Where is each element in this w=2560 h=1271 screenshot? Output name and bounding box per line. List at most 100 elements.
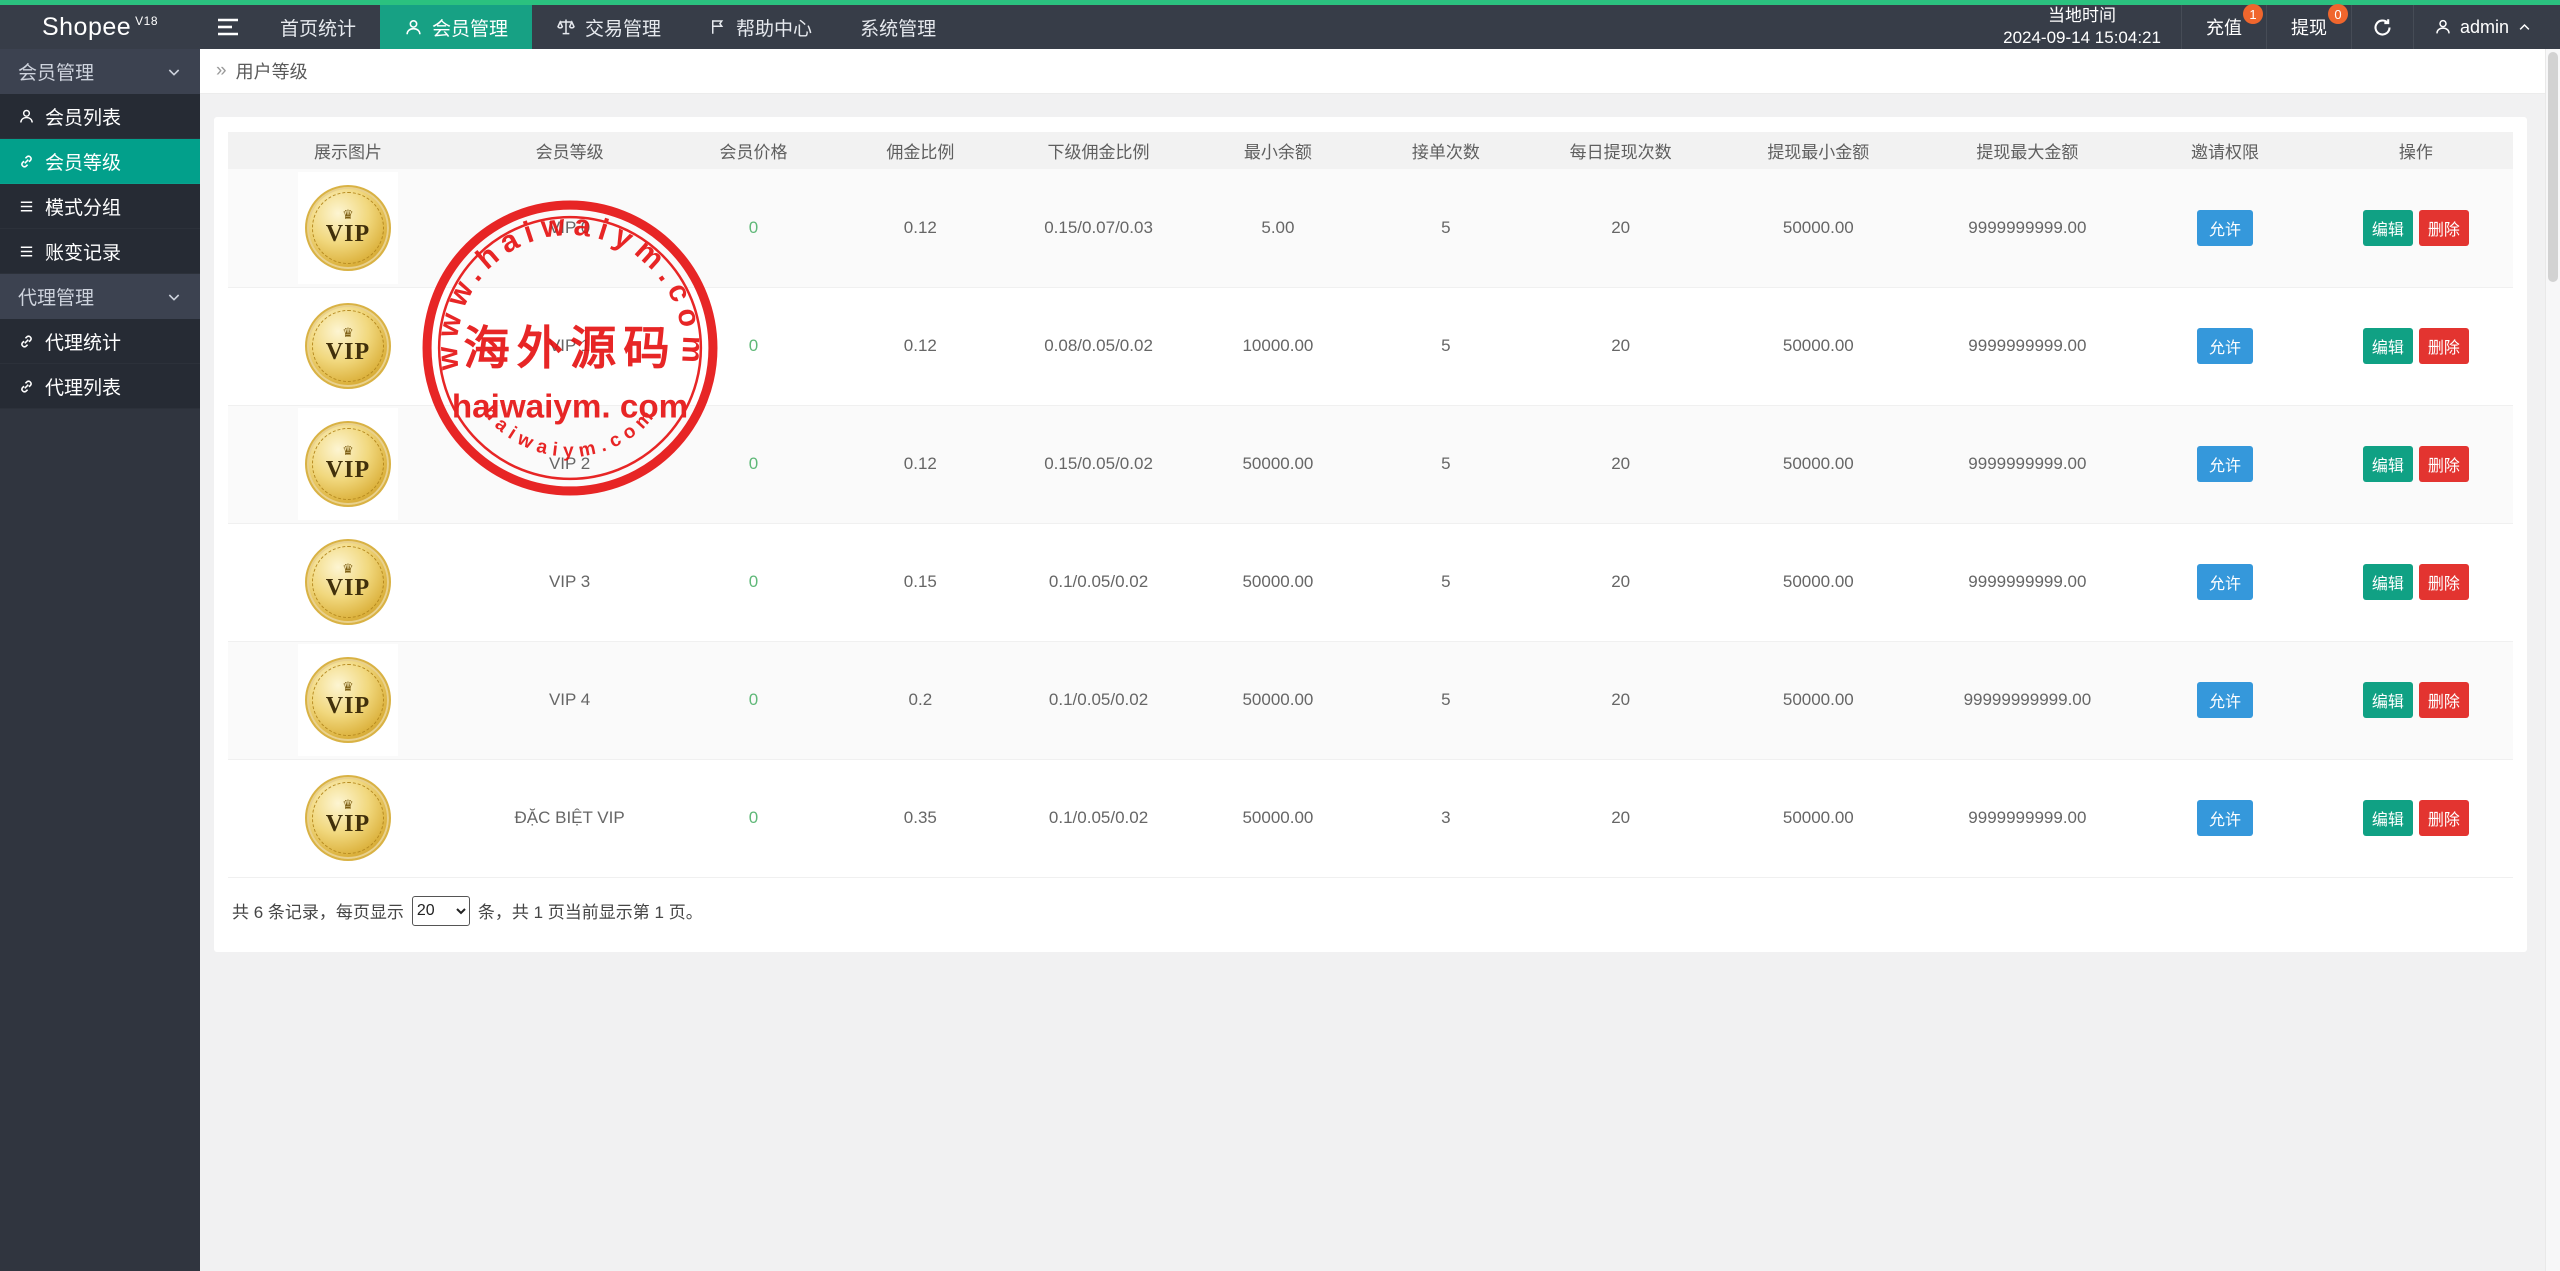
cell-actions: 编辑删除 [2319, 523, 2513, 641]
allow-button[interactable]: 允许 [2197, 800, 2253, 836]
list-icon [18, 243, 35, 260]
coin-label: VIP [326, 221, 370, 247]
vip-coin-icon: ♛VIP [305, 539, 391, 625]
sidebar-item-member-level[interactable]: 会员等级 [0, 139, 200, 184]
col-daily-withdraw-count: 每日提现次数 [1528, 132, 1713, 169]
cell-withdraw-max: 9999999999.00 [1923, 405, 2131, 523]
coin-crown-icon: ♛ [342, 208, 354, 221]
user-menu[interactable]: admin [2413, 5, 2560, 49]
vip-image: ♛VIP [298, 172, 398, 284]
delete-button[interactable]: 删除 [2419, 210, 2469, 246]
cell-invite-permission: 允许 [2131, 287, 2318, 405]
delete-button[interactable]: 删除 [2419, 446, 2469, 482]
allow-button[interactable]: 允许 [2197, 446, 2253, 482]
sidebar-group-member-management[interactable]: 会员管理 [0, 49, 200, 94]
sidebar-item-mode-group[interactable]: 模式分组 [0, 184, 200, 229]
allow-button[interactable]: 允许 [2197, 682, 2253, 718]
cell-actions: 编辑删除 [2319, 169, 2513, 287]
vip-image: ♛VIP [298, 290, 398, 402]
cell-actions: 编辑删除 [2319, 641, 2513, 759]
tab-trade-management[interactable]: 交易管理 [532, 5, 685, 49]
local-time: 当地时间 2024-09-14 15:04:21 [1983, 5, 2181, 49]
allow-button[interactable]: 允许 [2197, 210, 2253, 246]
scrollbar-thumb[interactable] [2548, 52, 2558, 282]
app-logo[interactable]: Shopee V18 [0, 5, 200, 49]
cell-withdraw-max: 9999999999.00 [1923, 287, 2131, 405]
withdraw-button[interactable]: 提现 0 [2266, 5, 2351, 49]
cell-daily-withdraw-count: 20 [1528, 523, 1713, 641]
coin-crown-icon: ♛ [342, 680, 354, 693]
cell-withdraw-max: 9999999999.00 [1923, 523, 2131, 641]
refresh-button[interactable] [2351, 5, 2413, 49]
coin-label: VIP [326, 339, 370, 365]
col-withdraw-max: 提现最大金额 [1923, 132, 2131, 169]
link-icon [18, 153, 35, 170]
sidebar-item-agent-stats[interactable]: 代理统计 [0, 319, 200, 364]
cell-daily-withdraw-count: 20 [1528, 169, 1713, 287]
logo-version: V18 [135, 14, 158, 28]
edit-button[interactable]: 编辑 [2363, 682, 2413, 718]
cell-min-balance: 50000.00 [1192, 759, 1363, 877]
menu-toggle-icon[interactable] [200, 5, 256, 49]
cell-withdraw-max: 9999999999.00 [1923, 759, 2131, 877]
sidebar: 会员管理 会员列表 会员等级 模式分组 账 [0, 49, 200, 1271]
col-image: 展示图片 [228, 132, 468, 169]
tab-system-management[interactable]: 系统管理 [836, 5, 960, 49]
sidebar-item-member-list[interactable]: 会员列表 [0, 94, 200, 139]
refresh-icon [2372, 17, 2393, 38]
vip-coin-icon: ♛VIP [305, 421, 391, 507]
recharge-button[interactable]: 充值 1 [2181, 5, 2266, 49]
tab-home-stats[interactable]: 首页统计 [256, 5, 380, 49]
edit-button[interactable]: 编辑 [2363, 446, 2413, 482]
tab-help-center[interactable]: 帮助中心 [685, 5, 836, 49]
vip-image: ♛VIP [298, 644, 398, 756]
col-order-count: 接单次数 [1364, 132, 1529, 169]
coin-label: VIP [326, 575, 370, 601]
item-label: 代理统计 [45, 328, 121, 355]
pagination-suffix: 条，共 1 页当前显示第 1 页。 [478, 898, 703, 923]
logo-text: Shopee [42, 13, 131, 42]
delete-button[interactable]: 删除 [2419, 328, 2469, 364]
edit-button[interactable]: 编辑 [2363, 210, 2413, 246]
item-label: 模式分组 [45, 193, 121, 220]
per-page-select[interactable]: 20 [412, 896, 470, 926]
sidebar-group-agent-management[interactable]: 代理管理 [0, 274, 200, 319]
recharge-label: 充值 [2206, 14, 2242, 40]
cell-sub-commission: 0.15/0.05/0.02 [1005, 405, 1192, 523]
vertical-scrollbar[interactable] [2545, 49, 2560, 1271]
watermark-stamp: www.haiwaiym.com 海外源码 haiwaiym. com haiw… [419, 197, 721, 499]
main-nav: 首页统计 会员管理 交易管理 帮助中心 系统管理 [256, 5, 960, 49]
edit-button[interactable]: 编辑 [2363, 564, 2413, 600]
col-sub-commission: 下级佣金比例 [1005, 132, 1192, 169]
sidebar-item-balance-records[interactable]: 账变记录 [0, 229, 200, 274]
item-label: 会员列表 [45, 103, 121, 130]
allow-button[interactable]: 允许 [2197, 328, 2253, 364]
cell-daily-withdraw-count: 20 [1528, 641, 1713, 759]
time-value: 2024-09-14 15:04:21 [2003, 27, 2161, 49]
delete-button[interactable]: 删除 [2419, 564, 2469, 600]
tab-member-management[interactable]: 会员管理 [380, 5, 532, 49]
recharge-badge: 1 [2243, 4, 2263, 24]
allow-button[interactable]: 允许 [2197, 564, 2253, 600]
pagination-prefix: 共 6 条记录，每页显示 [232, 898, 404, 923]
cell-level-name: VIP 3 [468, 523, 671, 641]
cell-order-count: 5 [1364, 169, 1529, 287]
cell-daily-withdraw-count: 20 [1528, 405, 1713, 523]
cell-order-count: 5 [1364, 405, 1529, 523]
link-icon [18, 378, 35, 395]
cell-min-balance: 5.00 [1192, 169, 1363, 287]
delete-button[interactable]: 删除 [2419, 800, 2469, 836]
edit-button[interactable]: 编辑 [2363, 800, 2413, 836]
link-icon [18, 333, 35, 350]
cell-sub-commission: 0.1/0.05/0.02 [1005, 759, 1192, 877]
coin-crown-icon: ♛ [342, 444, 354, 457]
time-label: 当地时间 [2048, 5, 2116, 27]
cell-min-balance: 50000.00 [1192, 523, 1363, 641]
sidebar-item-agent-list[interactable]: 代理列表 [0, 364, 200, 409]
cell-min-balance: 10000.00 [1192, 287, 1363, 405]
cell-withdraw-min: 50000.00 [1713, 169, 1923, 287]
col-withdraw-min: 提现最小金额 [1713, 132, 1923, 169]
delete-button[interactable]: 删除 [2419, 682, 2469, 718]
cell-sub-commission: 0.08/0.05/0.02 [1005, 287, 1192, 405]
edit-button[interactable]: 编辑 [2363, 328, 2413, 364]
